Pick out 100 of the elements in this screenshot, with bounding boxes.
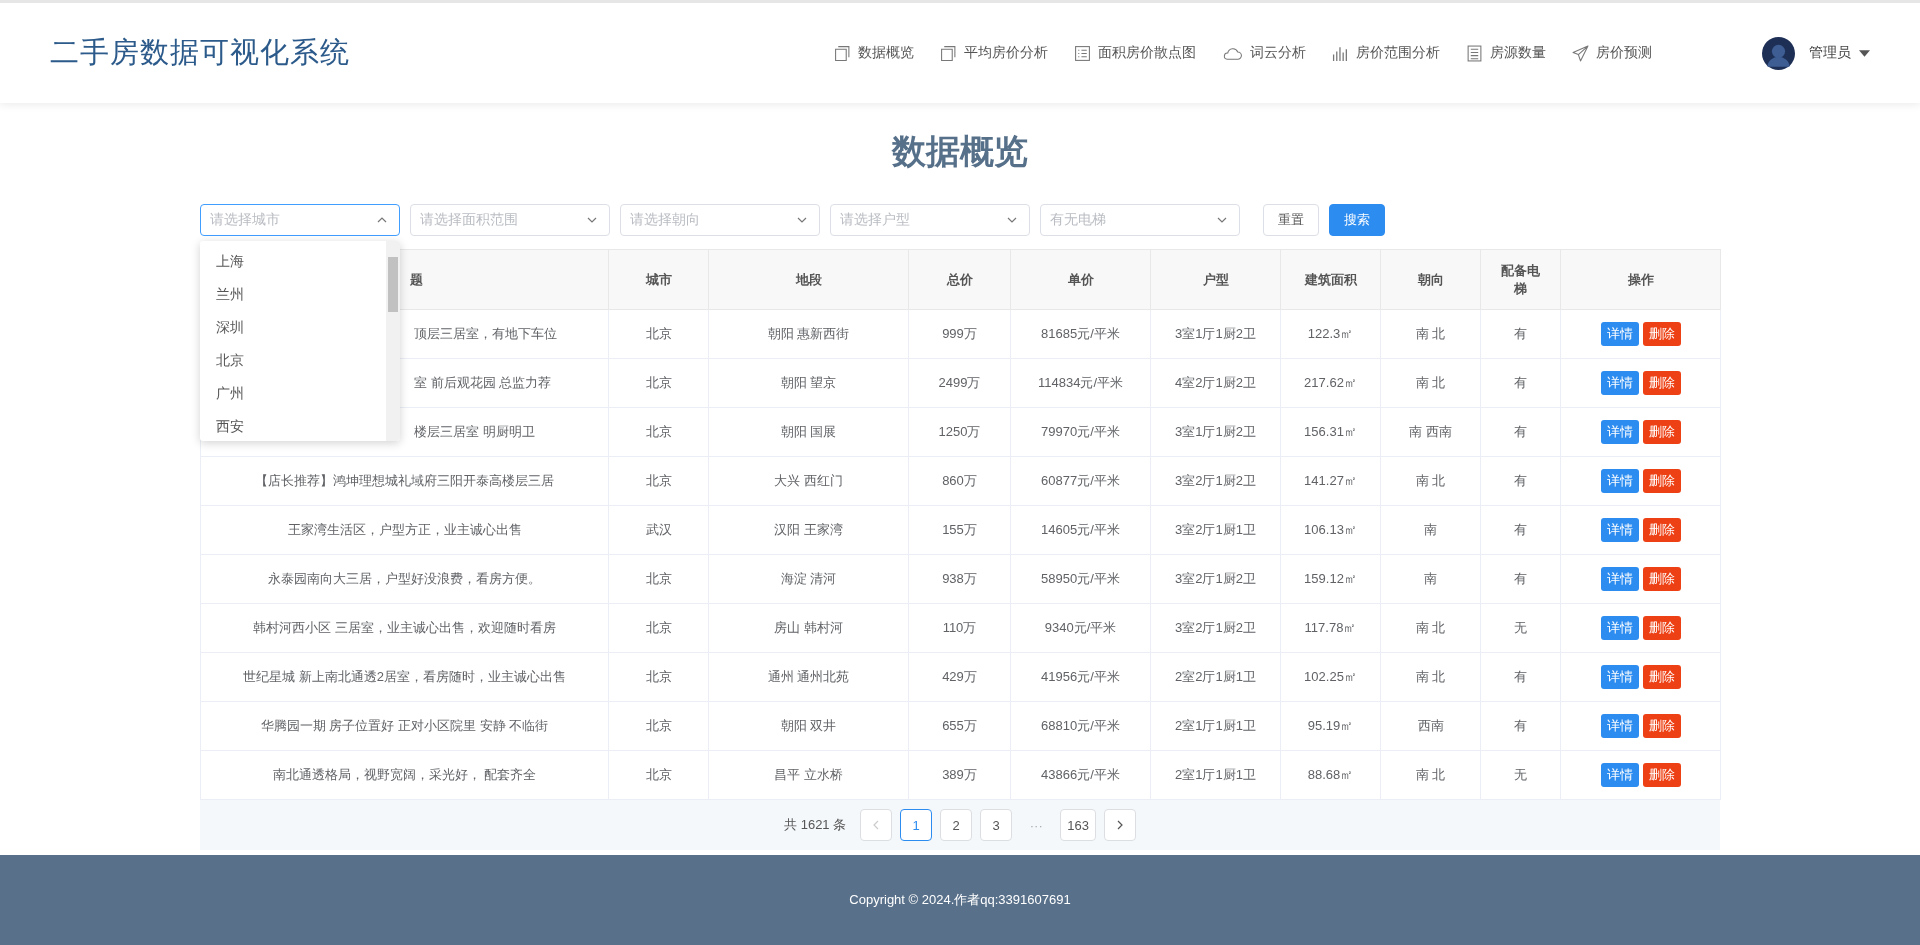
search-button[interactable]: 搜索: [1329, 204, 1385, 236]
column-header: 配备电梯: [1480, 249, 1561, 310]
table-cell: 655万: [908, 701, 1011, 751]
table-cell: 有: [1480, 701, 1561, 751]
column-header: 总价: [908, 249, 1011, 310]
details-button[interactable]: 详情: [1600, 420, 1639, 444]
details-button[interactable]: 详情: [1600, 714, 1639, 738]
caret-icon: [1859, 49, 1870, 57]
table-cell: 3室2厅1厨2卫: [1150, 603, 1281, 653]
nav-link[interactable]: 房价预测: [1572, 44, 1652, 62]
page-button[interactable]: 1: [900, 809, 933, 841]
table-cell: 有: [1480, 358, 1561, 408]
reset-button[interactable]: 重置: [1263, 204, 1319, 236]
user-menu[interactable]: 管理员: [1809, 44, 1870, 62]
details-button[interactable]: 详情: [1600, 616, 1639, 640]
column-header: 建筑面积: [1280, 249, 1381, 310]
delete-button[interactable]: 删除: [1642, 371, 1681, 395]
table-cell: 海淀 清河: [708, 554, 909, 604]
table-cell: 华腾园一期 房子位置好 正对小区院里 安静 不临街: [200, 701, 609, 751]
table-cell: 3室2厅1厨1卫: [1150, 505, 1281, 555]
table-cell: 有: [1480, 554, 1561, 604]
dropdown-option[interactable]: 兰州: [200, 278, 386, 311]
table-cell: 3室2厅1厨2卫: [1150, 554, 1281, 604]
table-cell: 汉阳 王家湾: [708, 505, 909, 555]
page-button[interactable]: 163: [1060, 809, 1096, 841]
nav-link[interactable]: 房价范围分析: [1332, 44, 1440, 62]
delete-button[interactable]: 删除: [1642, 469, 1681, 493]
details-button[interactable]: 详情: [1600, 567, 1639, 591]
table-cell: 北京: [608, 456, 709, 506]
nav-link[interactable]: 面积房价散点图: [1074, 44, 1196, 62]
scrollbar[interactable]: [386, 241, 400, 441]
next-page-button[interactable]: [1103, 809, 1136, 841]
table-cell: 有: [1480, 407, 1561, 457]
details-button[interactable]: 详情: [1600, 665, 1639, 689]
column-header: 城市: [608, 249, 709, 310]
dropdown-option[interactable]: 深圳: [200, 311, 386, 344]
table-cell: 南 北: [1380, 456, 1481, 506]
details-button[interactable]: 详情: [1600, 469, 1639, 493]
page-button[interactable]: 3: [980, 809, 1013, 841]
table-cell: 无: [1480, 603, 1561, 653]
table-cell: 389万: [908, 750, 1011, 800]
table-cell: 110万: [908, 603, 1011, 653]
select-field[interactable]: 请选择城市: [200, 204, 400, 236]
total-count: 共 1621 条: [784, 816, 847, 834]
delete-button[interactable]: 删除: [1642, 763, 1681, 787]
table-cell: 159.12㎡: [1280, 554, 1381, 604]
table-cell: 79970元/平米: [1010, 407, 1151, 457]
delete-button[interactable]: 删除: [1642, 665, 1681, 689]
table-cell: 北京: [608, 407, 709, 457]
table-cell: 大兴 西红门: [708, 456, 909, 506]
delete-button[interactable]: 删除: [1642, 518, 1681, 542]
delete-button[interactable]: 删除: [1642, 714, 1681, 738]
table-cell: 106.13㎡: [1280, 505, 1381, 555]
chevron-icon: [797, 217, 807, 223]
table-cell: 3室1厅1厨2卫: [1150, 309, 1281, 359]
details-button[interactable]: 详情: [1600, 518, 1639, 542]
pages-icon: [940, 44, 957, 62]
delete-button[interactable]: 删除: [1642, 616, 1681, 640]
table-cell: 217.62㎡: [1280, 358, 1381, 408]
details-button[interactable]: 详情: [1600, 763, 1639, 787]
table-cell: 117.78㎡: [1280, 603, 1381, 653]
delete-button[interactable]: 删除: [1642, 420, 1681, 444]
nav-link[interactable]: 数据概览: [834, 44, 914, 62]
table-cell: 武汉: [608, 505, 709, 555]
paper-plane-icon: [1572, 44, 1589, 62]
nav-link[interactable]: 房源数量: [1466, 44, 1546, 62]
page-title: 数据概览: [892, 131, 1028, 172]
avatar[interactable]: [1762, 36, 1795, 70]
column-header: 地段: [708, 249, 909, 310]
details-button[interactable]: 详情: [1600, 371, 1639, 395]
table-cell: 43866元/平米: [1010, 750, 1151, 800]
table-cell: 南北通透格局，视野宽阔，采光好， 配套齐全: [200, 750, 609, 800]
table-cell: 南: [1380, 554, 1481, 604]
pages-icon: [834, 44, 851, 62]
dropdown-option[interactable]: 西安: [200, 410, 386, 441]
nav-link[interactable]: 平均房价分析: [940, 44, 1048, 62]
page-button[interactable]: 2: [940, 809, 973, 841]
column-header: 朝向: [1380, 249, 1481, 310]
select-field[interactable]: 请选择朝向: [620, 204, 820, 236]
table-cell: 昌平 立水桥: [708, 750, 909, 800]
table-cell: 南 西南: [1380, 407, 1481, 457]
list-icon: [1074, 44, 1091, 62]
column-header: 单价: [1010, 249, 1151, 310]
table-cell: 2室2厅1厨1卫: [1150, 652, 1281, 702]
delete-button[interactable]: 删除: [1642, 322, 1681, 346]
table-cell: 通州 通州北苑: [708, 652, 909, 702]
cloud-icon: [1222, 45, 1243, 61]
copyright-text: Copyright © 2024.作者qq:3391607691: [849, 891, 1071, 909]
dropdown-option[interactable]: 北京: [200, 344, 386, 377]
table-cell: 2室1厅1厨1卫: [1150, 701, 1281, 751]
nav-link[interactable]: 词云分析: [1222, 44, 1306, 62]
delete-button[interactable]: 删除: [1642, 567, 1681, 591]
details-button[interactable]: 详情: [1600, 322, 1639, 346]
table-cell: 南 北: [1380, 603, 1481, 653]
table-cell: 3室2厅1厨2卫: [1150, 456, 1281, 506]
ellipsis[interactable]: ···: [1020, 817, 1053, 833]
table-cell: 41956元/平米: [1010, 652, 1151, 702]
table-cell: 南 北: [1380, 750, 1481, 800]
dropdown-option[interactable]: 广州: [200, 377, 386, 410]
table-cell: 北京: [608, 652, 709, 702]
